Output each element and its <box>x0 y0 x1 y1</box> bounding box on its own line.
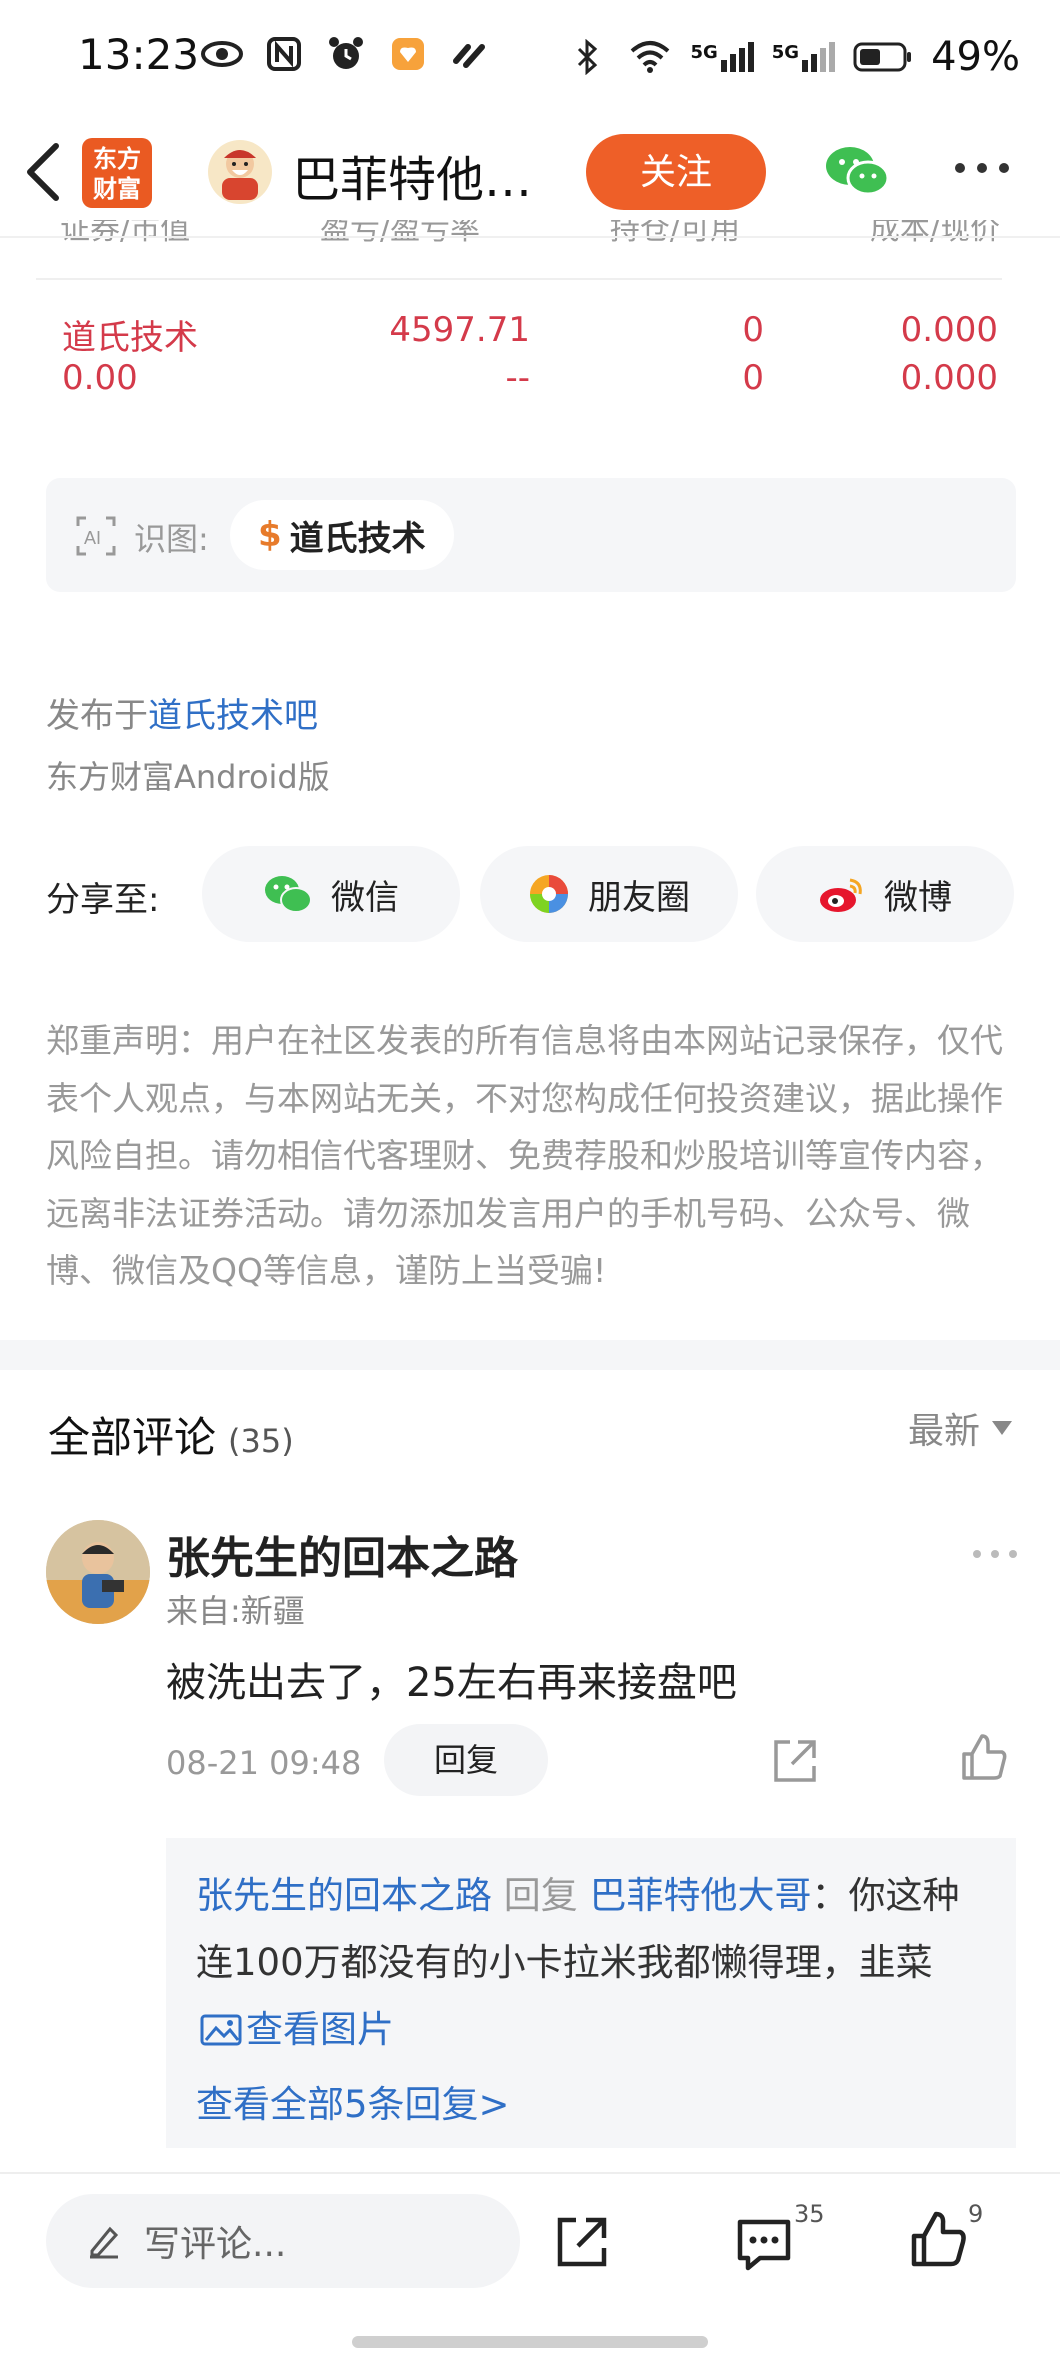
table-header-col1: 证券/市值 <box>60 220 191 247</box>
comment-like-icon[interactable] <box>958 1732 1010 1784</box>
signal-1: 5G <box>690 42 754 72</box>
table-cell: 0 <box>742 358 764 398</box>
stock-chip[interactable]: $ 道氏技术 <box>230 500 454 570</box>
app-notification-icon <box>386 36 430 72</box>
client-version: 东方财富Android版 <box>46 758 330 796</box>
share-wechat-button[interactable]: 微信 <box>202 846 460 942</box>
like-count-badge: 9 <box>968 2200 984 2228</box>
comments-title: 全部评论 <box>48 1413 217 1462</box>
chevron-left-icon <box>27 143 59 201</box>
comment-more-icon[interactable] <box>970 1546 1020 1560</box>
stock-chip-label: 道氏技术 <box>289 518 426 559</box>
status-left-icons <box>200 36 492 72</box>
reply-content: 张先生的回本之路 回复 巴菲特他大哥：你这种连100万都没有的小卡拉米我都懒得理… <box>196 1862 986 2063</box>
wechat-icon <box>265 876 312 913</box>
recognize-label: 识图: <box>134 520 209 558</box>
sort-label: 最新 <box>907 1411 980 1452</box>
reply-from-user[interactable]: 张先生的回本之路 <box>196 1874 492 1917</box>
table-divider <box>36 278 1002 280</box>
view-image-label: 查看图片 <box>246 2008 394 2051</box>
write-comment-placeholder: 写评论... <box>144 2224 287 2265</box>
app-logo-line2: 财富 <box>93 175 141 203</box>
home-indicator[interactable] <box>352 2336 708 2348</box>
comment-time: 08-21 09:48 <box>166 1744 362 1782</box>
status-right: 5G 5G 49% <box>566 34 1020 80</box>
svg-text:AI: AI <box>84 528 101 548</box>
comment-icon[interactable] <box>734 2216 794 2272</box>
reply-verb: 回复 <box>503 1874 578 1917</box>
write-comment-input[interactable]: 写评论... <box>46 2194 520 2288</box>
share-wechat-label: 微信 <box>331 877 399 918</box>
table-cell: 4597.71 <box>389 310 530 350</box>
bar-link[interactable]: 道氏技术吧 <box>148 696 318 736</box>
share-icon[interactable] <box>554 2214 610 2270</box>
disclaimer-text: 郑重声明：用户在社区发表的所有信息将由本网站记录保存，仅代表个人观点，与本网站无… <box>46 1021 1003 1290</box>
caret-down-icon <box>992 1421 1012 1435</box>
table-cell: 0.000 <box>900 358 998 398</box>
share-weibo-button[interactable]: 微博 <box>756 846 1014 942</box>
comment-share-icon[interactable] <box>770 1736 820 1786</box>
more-icon[interactable] <box>952 158 1012 178</box>
signal-bars-1-icon <box>720 42 754 72</box>
view-all-replies-link[interactable]: 查看全部5条回复> <box>196 2074 510 2128</box>
table-header-col2: 盈亏/盈亏率 <box>319 220 481 247</box>
table-cell: 0.000 <box>900 310 998 350</box>
table-header-col3: 持仓/可用 <box>609 220 741 247</box>
share-moments-label: 朋友圈 <box>588 877 690 918</box>
app-logo-line1: 东方 <box>93 145 141 173</box>
pencil-icon <box>90 2226 119 2259</box>
ai-scan-icon: AI <box>74 514 118 558</box>
section-divider <box>0 1340 1060 1370</box>
app-logo[interactable]: 东方 财富 <box>82 138 152 208</box>
follow-button[interactable]: 关注 <box>586 134 766 210</box>
alarm-icon <box>324 36 368 72</box>
publish-prefix: 发布于 <box>46 696 148 736</box>
eye-icon <box>200 36 244 72</box>
share-weibo-label: 微博 <box>884 877 952 918</box>
network-label-2: 5G <box>771 42 800 63</box>
commenter-avatar[interactable] <box>46 1520 150 1624</box>
wifi-icon <box>628 39 672 75</box>
table-cell: 0.00 <box>62 358 138 398</box>
comments-count: (35) <box>228 1422 294 1460</box>
like-icon[interactable] <box>908 2210 968 2270</box>
comment-count-badge: 35 <box>794 2200 825 2228</box>
table-header-col4: 成本/现价 <box>869 220 1000 247</box>
commenter-name[interactable]: 张先生的回本之路 <box>166 1522 518 1586</box>
sort-dropdown[interactable]: 最新 <box>908 1402 1012 1454</box>
dollar-symbol: $ <box>258 515 282 555</box>
weibo-icon <box>820 878 862 912</box>
table-cell[interactable]: 道氏技术 <box>62 310 198 359</box>
table-header: 证券/市值 盈亏/盈亏率 持仓/可用 成本/现价 <box>60 220 1000 248</box>
share-moments-button[interactable]: 朋友圈 <box>480 846 738 942</box>
wechat-share-icon[interactable] <box>824 144 890 198</box>
back-button[interactable] <box>18 140 74 204</box>
signal-2: 5G <box>771 42 836 72</box>
moments-icon <box>530 875 568 913</box>
author-avatar[interactable] <box>208 140 272 204</box>
bluetooth-icon <box>566 39 610 75</box>
reply-to-user[interactable]: 巴菲特他大哥 <box>590 1874 812 1917</box>
comments-header: 全部评论 (35) <box>48 1404 294 1465</box>
share-label: 分享至: <box>46 880 160 920</box>
nav-divider <box>0 236 1060 238</box>
reply-button[interactable]: 回复 <box>384 1724 548 1796</box>
publish-info: 发布于道氏技术吧 <box>46 688 318 737</box>
table-cell: -- <box>505 358 530 398</box>
table-cell: 0 <box>742 310 764 350</box>
signal-bars-2-icon <box>802 42 836 72</box>
author-name[interactable]: 巴菲特他… <box>292 140 532 210</box>
link-icon <box>448 36 492 72</box>
commenter-location: 来自:新疆 <box>166 1592 305 1630</box>
bottom-divider <box>0 2172 1060 2174</box>
status-time: 13:23 <box>78 30 200 79</box>
nfc-icon <box>262 36 306 72</box>
image-icon <box>200 2014 242 2046</box>
comment-text: 被洗出去了，25左右再来接盘吧 <box>166 1660 737 1706</box>
battery-icon <box>853 39 913 75</box>
battery-percent: 49% <box>931 34 1020 80</box>
network-label-1: 5G <box>690 42 718 63</box>
view-image-link[interactable]: 查看图片 <box>196 2008 394 2051</box>
